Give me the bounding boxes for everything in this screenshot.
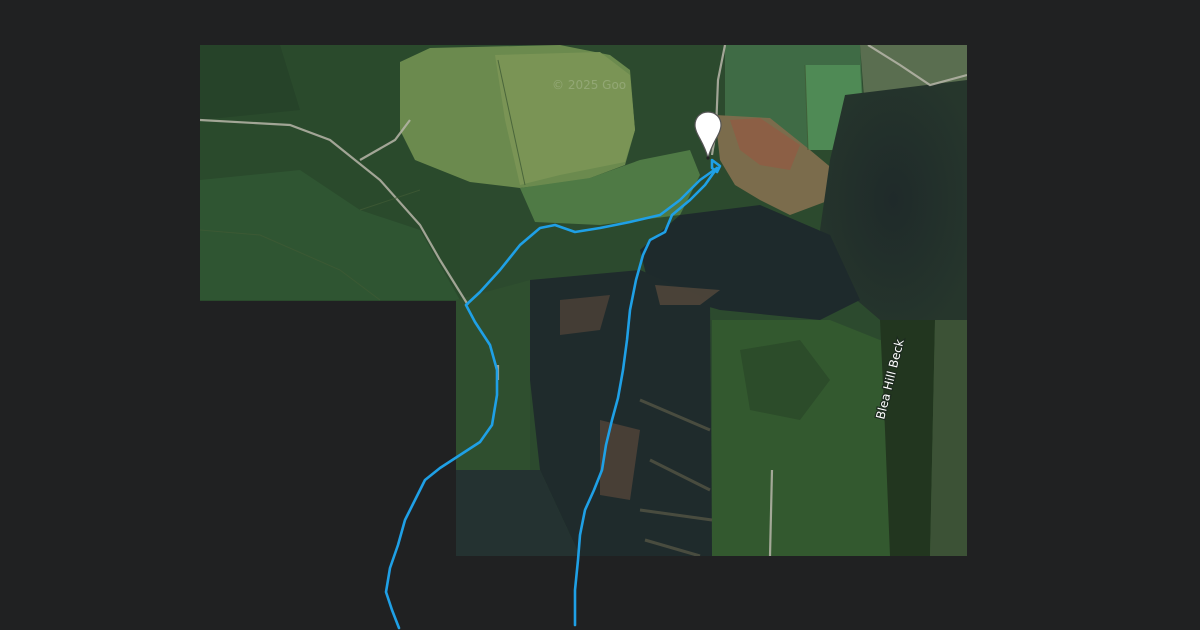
satellite-map[interactable]: © 2025 Goo Blea Hill Beck [0, 0, 1200, 630]
map-attribution-watermark: © 2025 Goo [552, 78, 626, 92]
satellite-imagery: © 2025 Goo Blea Hill Beck [200, 45, 967, 556]
map-canvas[interactable]: © 2025 Goo Blea Hill Beck [0, 0, 1200, 630]
